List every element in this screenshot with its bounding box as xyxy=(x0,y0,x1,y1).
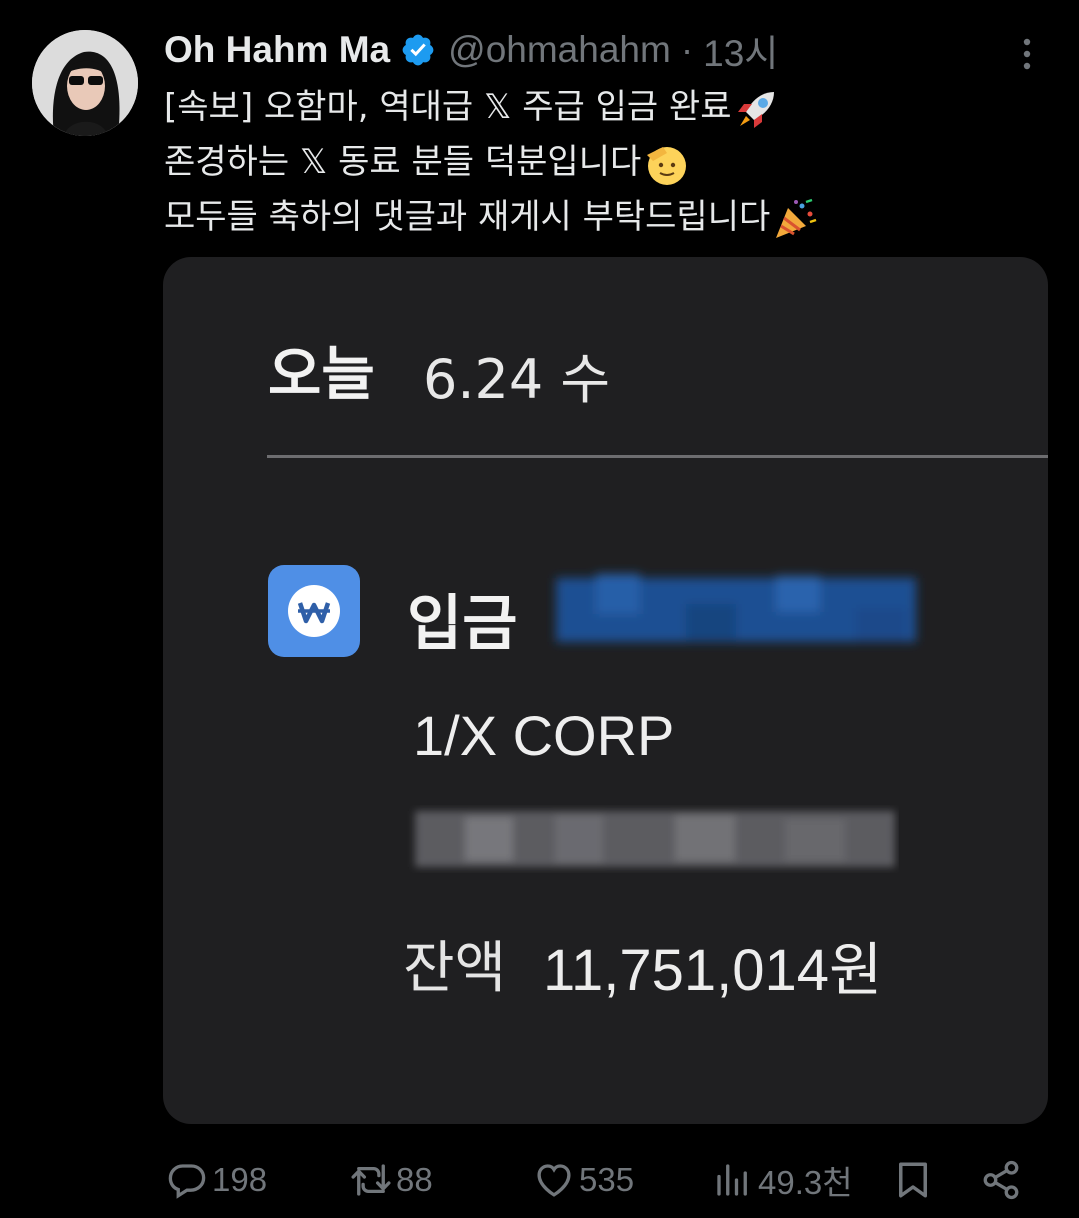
like-button[interactable]: 535 xyxy=(533,1150,634,1210)
separator-dot: · xyxy=(680,29,694,70)
saluting-face-emoji-icon xyxy=(647,146,687,185)
avatar-image xyxy=(32,30,138,136)
views-chart-icon xyxy=(717,1164,747,1196)
tweet-time[interactable]: 13시 xyxy=(703,23,778,77)
views-count: 49.3천 xyxy=(758,1164,853,1201)
repost-icon xyxy=(351,1164,391,1196)
transaction-date: 6.24 수 xyxy=(423,348,611,411)
sender-name: 1/X CORP xyxy=(413,704,675,767)
tweet-media-image[interactable]: 오늘 6.24 수 입금 1/X CORP 잔액 11,751,014원 xyxy=(163,257,1048,1124)
bookmark-icon xyxy=(899,1162,927,1198)
views-button[interactable]: 49.3천 xyxy=(712,1150,853,1210)
author-name[interactable]: Oh Hahm Ma xyxy=(164,29,390,71)
share-button[interactable] xyxy=(980,1150,1022,1210)
won-sign-icon xyxy=(268,565,360,657)
tweet-body: [속보] 오함마, 역대급 𝕏 주급 입금 완료 존경하는 𝕏 동료 분들 덕분… xyxy=(164,80,1044,245)
author-handle[interactable]: @ohmahahm xyxy=(448,29,671,71)
today-label: 오늘 xyxy=(268,340,375,408)
deposit-label: 입금 xyxy=(407,589,518,659)
more-options-icon[interactable] xyxy=(1012,36,1042,72)
rocket-emoji-icon xyxy=(737,91,774,128)
redacted-account-blur xyxy=(415,811,895,867)
reply-icon xyxy=(168,1164,206,1199)
party-popper-emoji-icon xyxy=(776,198,817,238)
balance-amount: 11,751,014원 xyxy=(543,938,883,1003)
tweet-line-2: 존경하는 𝕏 동료 분들 덕분입니다 xyxy=(164,135,1044,190)
repost-button[interactable]: 88 xyxy=(350,1150,433,1210)
heart-icon xyxy=(537,1164,571,1197)
divider xyxy=(267,455,1048,458)
tweet-action-bar: 198 88 535 49.3천 xyxy=(0,1150,1079,1210)
redacted-amount-blur xyxy=(556,574,916,642)
tweet-line-3: 모두들 축하의 댓글과 재게시 부탁드립니다 xyxy=(164,190,1044,245)
repost-count: 88 xyxy=(396,1161,433,1198)
verified-badge-icon[interactable] xyxy=(400,32,436,68)
reply-count: 198 xyxy=(212,1161,268,1198)
tweet-line-1: [속보] 오함마, 역대급 𝕏 주급 입금 완료 xyxy=(164,80,1044,135)
share-icon xyxy=(983,1160,1019,1200)
bookmark-button[interactable] xyxy=(892,1150,934,1210)
balance-label: 잔액 xyxy=(403,936,507,1001)
tweet-header: Oh Hahm Ma @ohmahahm · 13시 xyxy=(164,28,778,74)
avatar[interactable] xyxy=(32,30,138,136)
like-count: 535 xyxy=(579,1161,635,1198)
reply-button[interactable]: 198 xyxy=(166,1150,267,1210)
